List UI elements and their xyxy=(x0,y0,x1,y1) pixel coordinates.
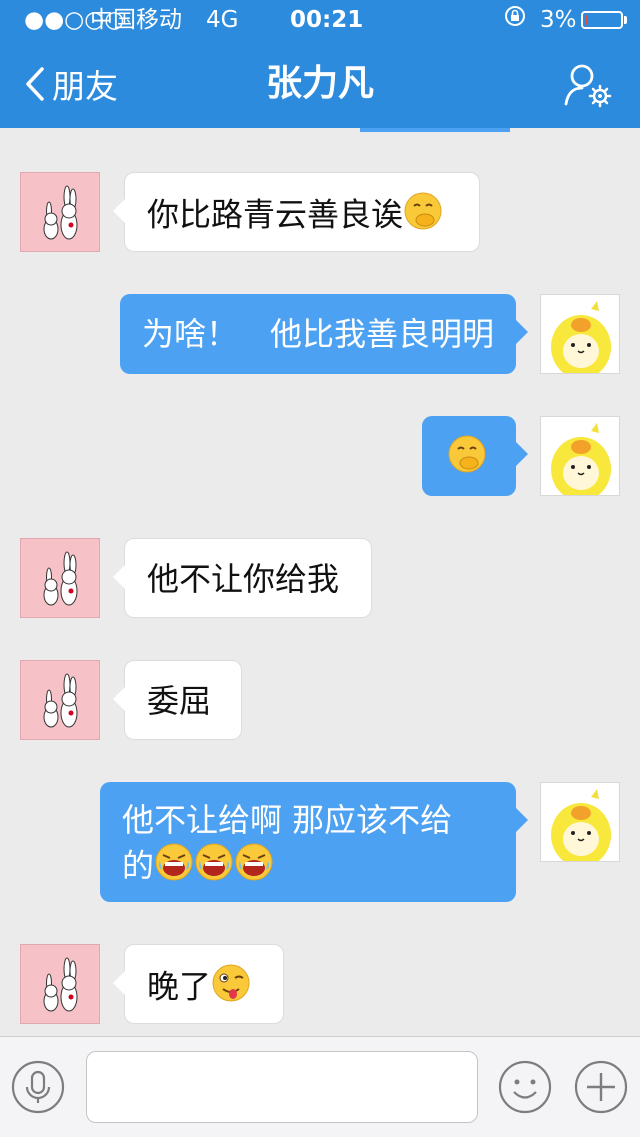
contact-avatar[interactable] xyxy=(20,172,100,252)
my-avatar[interactable] xyxy=(540,416,620,496)
incoming-message-bubble[interactable]: 晚了 xyxy=(113,944,284,1024)
contact-avatar[interactable] xyxy=(20,944,100,1024)
rabbit-avatar-icon xyxy=(43,551,78,606)
crying-laugh-emoji-icon xyxy=(154,842,194,893)
battery-icon xyxy=(581,11,623,29)
emoji-button[interactable] xyxy=(498,1060,552,1114)
plus-icon xyxy=(574,1060,628,1114)
message-text: 晚了 xyxy=(147,967,212,1006)
my-avatar[interactable] xyxy=(540,782,620,862)
chick-avatar-icon xyxy=(551,423,611,495)
voice-button[interactable] xyxy=(11,1060,65,1114)
rotation-lock-icon xyxy=(504,4,526,36)
chick-avatar-icon xyxy=(551,789,611,861)
outgoing-message-bubble[interactable]: 为啥！ 他比我善良明明 xyxy=(120,294,528,374)
outgoing-message-bubble[interactable]: 他不让给啊 那应该不给 的 xyxy=(100,782,528,902)
profile-settings-button[interactable] xyxy=(560,60,616,112)
message-text: 委屈 xyxy=(147,682,212,720)
crying-laugh-emoji-icon xyxy=(234,842,274,893)
crying-laugh-emoji-icon xyxy=(194,842,234,893)
clock: 00:21 xyxy=(290,7,364,33)
input-bar xyxy=(0,1036,640,1137)
message-text: 的 xyxy=(122,846,155,885)
rabbit-avatar-icon xyxy=(43,673,78,728)
message-text: 他不让你给我 xyxy=(147,560,340,598)
rabbit-avatar-icon xyxy=(43,957,78,1012)
incoming-message-bubble[interactable]: 委屈 xyxy=(113,660,242,740)
cover-mouth-emoji-icon xyxy=(403,191,443,242)
nav-bar: 朋友 张力凡 xyxy=(0,40,640,128)
message-text: 你比路青云善良诶 xyxy=(147,195,404,234)
battery-percent: 3% xyxy=(540,7,577,33)
chick-avatar-icon xyxy=(551,301,611,373)
status-bar: ●●○○○ 中国移动 4G 00:21 3% xyxy=(0,0,640,40)
battery-level xyxy=(585,15,587,25)
cover-mouth-emoji-icon xyxy=(447,434,487,485)
outgoing-message-bubble[interactable] xyxy=(422,416,528,496)
tongue-wink-emoji-icon xyxy=(211,963,251,1014)
more-button[interactable] xyxy=(574,1060,628,1114)
rabbit-avatar-icon xyxy=(43,185,78,240)
incoming-message-bubble[interactable]: 你比路青云善良诶 xyxy=(113,172,480,252)
profile-settings-icon xyxy=(564,64,612,108)
microphone-icon xyxy=(11,1060,65,1114)
message-text: 为啥！ 他比我善良明明 xyxy=(142,315,495,353)
page-title: 张力凡 xyxy=(265,63,374,104)
battery-cap xyxy=(624,16,627,24)
carrier-name: 中国移动 xyxy=(90,7,182,33)
header: ●●○○○ 中国移动 4G 00:21 3% 朋友 张力凡 xyxy=(0,0,640,128)
message-text-line: 的 xyxy=(122,842,494,893)
network-type: 4G xyxy=(206,7,239,33)
my-avatar[interactable] xyxy=(540,294,620,374)
incoming-message-bubble[interactable]: 他不让你给我 xyxy=(113,538,372,618)
contact-avatar[interactable] xyxy=(20,538,100,618)
smiley-icon xyxy=(498,1060,552,1114)
message-input[interactable] xyxy=(86,1051,478,1123)
contact-avatar[interactable] xyxy=(20,660,100,740)
message-text-line: 他不让给啊 那应该不给 xyxy=(122,801,453,839)
chat-area[interactable]: 你比路青云善良诶 为啥！ 他比我善良明明 他不让你给我 委屈 他不让给啊 那应该… xyxy=(0,128,640,1036)
